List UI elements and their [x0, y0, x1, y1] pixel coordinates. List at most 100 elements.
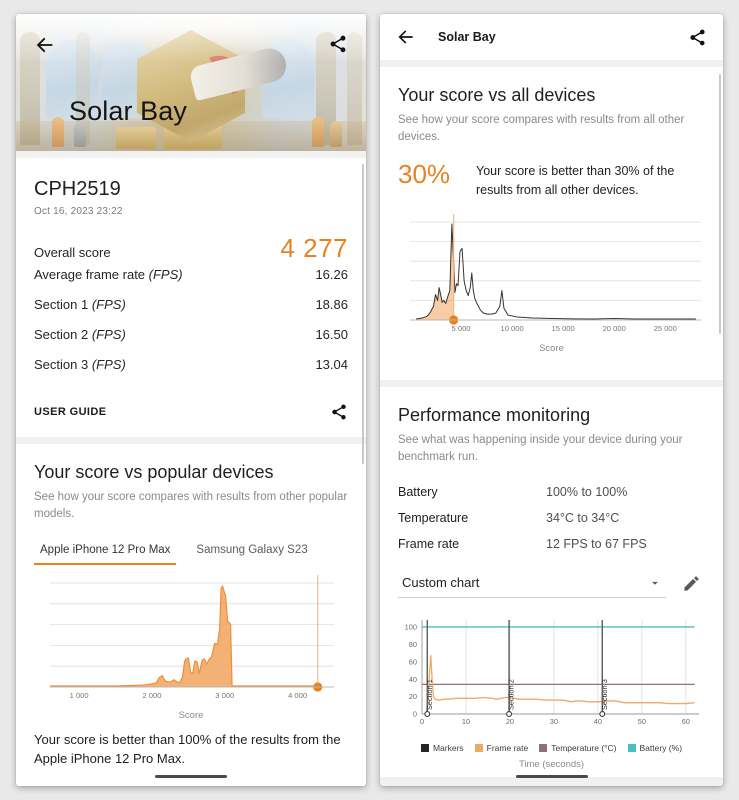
svg-text:25 000: 25 000	[654, 324, 677, 333]
legend-swatch-frame-rate	[474, 744, 483, 753]
hero-card: Solar Bay	[16, 14, 366, 151]
overall-score-label: Overall score	[34, 245, 111, 260]
table-row: Overall score 4 277	[16, 233, 366, 267]
legend-label-battery: Battery (%)	[639, 743, 683, 754]
svg-text:3 000: 3 000	[215, 691, 234, 700]
appbar-card: Solar Bay	[380, 14, 723, 60]
legend-label-frame-rate: Frame rate	[486, 743, 529, 754]
svg-text:60: 60	[409, 658, 417, 667]
all-devices-chart[interactable]: 5 000 10 000 15 000 20 000 25 000	[380, 200, 723, 345]
back-arrow-icon[interactable]	[34, 34, 56, 56]
chart-type-value: Custom chart	[402, 575, 480, 591]
chart-type-select[interactable]: Custom chart	[398, 569, 666, 599]
svg-text:20 000: 20 000	[603, 324, 626, 333]
legend-label-markers: Markers	[432, 743, 464, 754]
tab-samsung-galaxy-s23[interactable]: Samsung Galaxy S23	[190, 540, 313, 565]
svg-text:2 000: 2 000	[142, 691, 161, 700]
scrollbar[interactable]	[719, 74, 721, 334]
share-icon[interactable]	[688, 28, 707, 47]
svg-text:30: 30	[550, 717, 558, 726]
svg-text:60: 60	[682, 717, 690, 726]
section-title: Your score vs popular devices	[34, 462, 274, 482]
page-title: Solar Bay	[69, 96, 187, 126]
chart-x-axis-label: Time (seconds)	[518, 759, 585, 771]
overall-score-value: 4 277	[280, 233, 348, 263]
back-arrow-icon[interactable]	[396, 27, 416, 47]
section-2-value: 16.50	[315, 327, 348, 342]
table-row: Temperature 34°C to 34°C	[380, 505, 723, 531]
section-3-value: 13.04	[315, 357, 348, 372]
section-2-label: Section 2 (FPS)	[34, 327, 126, 342]
result-timestamp: Oct 16, 2023 23:22	[34, 206, 123, 217]
legend-item-markers: Markers	[420, 743, 464, 754]
tab-apple-iphone-12-pro-max[interactable]: Apple iPhone 12 Pro Max	[34, 540, 177, 566]
svg-text:20: 20	[409, 693, 417, 702]
share-icon[interactable]	[330, 403, 348, 421]
device-tabs: Apple iPhone 12 Pro Max Samsung Galaxy S…	[16, 522, 366, 566]
avg-frame-rate-value: 16.26	[315, 267, 348, 282]
table-row: Battery 100% to 100%	[380, 479, 723, 505]
table-row: Frame rate 12 FPS to 67 FPS	[380, 531, 723, 557]
share-icon[interactable]	[328, 34, 348, 54]
battery-label: Battery	[398, 485, 438, 500]
svg-text:Section 2: Section 2	[507, 680, 516, 711]
chart-legend: Markers Frame rate Temperature (°C) Batt…	[380, 743, 723, 753]
table-row: Average frame rate (FPS) 16.26	[16, 267, 366, 297]
temperature-label: Temperature	[398, 511, 469, 526]
scrollbar[interactable]	[362, 164, 364, 464]
pencil-icon[interactable]	[678, 570, 705, 597]
svg-text:4 000: 4 000	[288, 691, 307, 700]
legend-label-temperature: Temperature (°C)	[551, 743, 617, 754]
table-row: Section 2 (FPS) 16.50	[16, 327, 366, 357]
all-devices-card: Your score vs all devices See how your s…	[380, 67, 723, 380]
section-subtitle: See what was happening inside your devic…	[398, 434, 683, 463]
svg-text:15 000: 15 000	[552, 324, 575, 333]
performance-chart[interactable]: 0 20 40 60 80 100 0 10 20 30 40 50 60 Section 1 Sectio…	[380, 598, 723, 739]
percentile-row: 30% Your score is better than 30% of the…	[380, 145, 723, 200]
table-row: Section 3 (FPS) 13.04	[16, 357, 366, 387]
user-guide-row[interactable]: USER GUIDE	[16, 387, 366, 437]
popular-devices-card: Your score vs popular devices See how yo…	[16, 444, 366, 786]
avg-frame-rate-label: Average frame rate (FPS)	[34, 267, 183, 282]
svg-text:40: 40	[594, 717, 602, 726]
svg-text:10: 10	[462, 717, 470, 726]
svg-text:40: 40	[409, 675, 417, 684]
legend-swatch-markers	[420, 744, 429, 753]
temperature-value: 34°C to 34°C	[546, 511, 620, 526]
section-1-label: Section 1 (FPS)	[34, 297, 126, 312]
appbar-title: Solar Bay	[438, 30, 496, 44]
home-indicator	[380, 775, 723, 778]
legend-swatch-temperature	[539, 744, 548, 753]
section-1-value: 18.86	[315, 297, 348, 312]
svg-text:10 000: 10 000	[500, 324, 523, 333]
svg-text:1 000: 1 000	[70, 691, 89, 700]
svg-text:0: 0	[413, 710, 417, 719]
battery-value: 100% to 100%	[546, 485, 628, 500]
legend-item-temperature: Temperature (°C)	[539, 743, 617, 754]
svg-text:0: 0	[420, 717, 424, 726]
screenshot-stage: Solar Bay CPH2519 Oct 16, 2023 23:22 Ove…	[0, 0, 739, 800]
svg-text:20: 20	[506, 717, 514, 726]
phone-panel-right: Solar Bay Your score vs all devices See …	[380, 14, 723, 786]
popular-devices-chart[interactable]: 1 000 2 000 3 000 4 000	[16, 565, 366, 712]
svg-text:Section 1: Section 1	[425, 680, 434, 711]
chart-x-axis-label: Score	[178, 710, 204, 722]
legend-swatch-battery	[627, 744, 636, 753]
section-3-label: Section 3 (FPS)	[34, 357, 126, 372]
percentile-value: 30%	[398, 159, 451, 190]
section-title: Performance monitoring	[398, 405, 591, 425]
table-row: Section 1 (FPS) 18.86	[16, 297, 366, 327]
svg-text:5 000: 5 000	[452, 324, 471, 333]
chevron-down-icon[interactable]	[648, 576, 662, 590]
frame-rate-value: 12 FPS to 67 FPS	[546, 537, 647, 552]
home-indicator	[16, 775, 366, 778]
section-subtitle: See how your score compares with results…	[398, 114, 685, 143]
appbar: Solar Bay	[380, 14, 723, 60]
chart-select-row: Custom chart	[398, 569, 705, 599]
section-subtitle: See how your score compares with results…	[34, 491, 348, 520]
legend-item-battery: Battery (%)	[627, 743, 683, 754]
svg-text:80: 80	[409, 640, 417, 649]
chart-x-axis-label: Score	[539, 342, 564, 354]
user-guide-button[interactable]: USER GUIDE	[34, 406, 106, 418]
performance-monitoring-card: Performance monitoring See what was happ…	[380, 387, 723, 777]
